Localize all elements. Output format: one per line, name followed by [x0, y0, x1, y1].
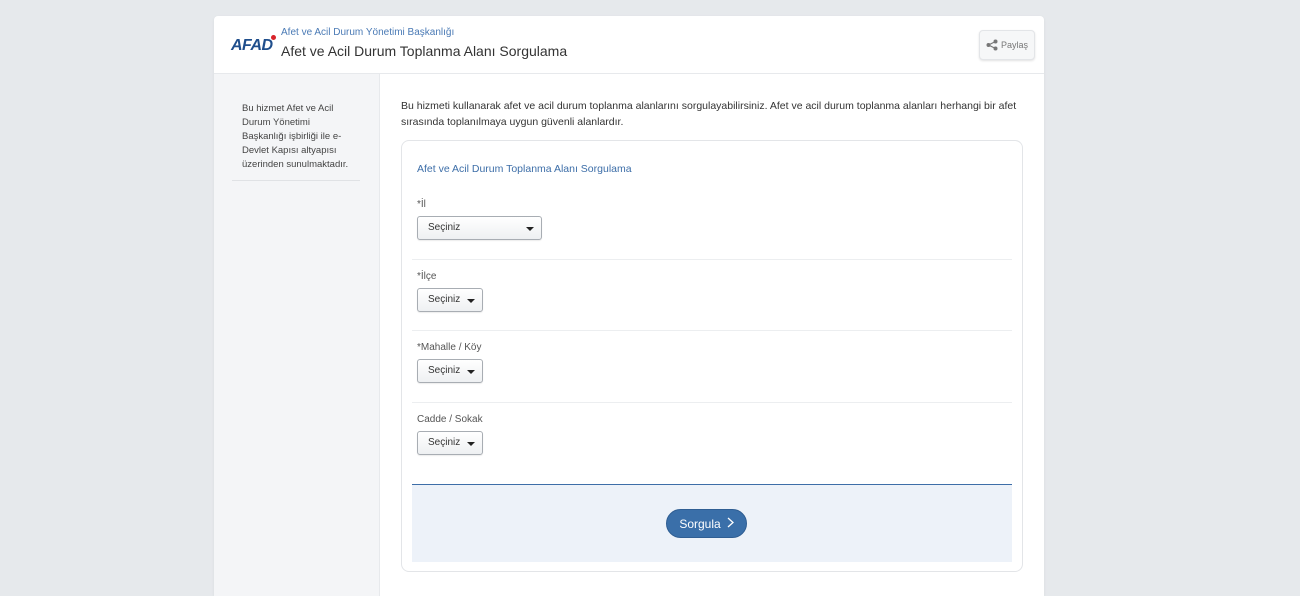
select-mahalle-value: Seçiniz [428, 365, 461, 376]
select-ilce[interactable]: Seçiniz [417, 288, 483, 312]
share-icon [986, 39, 998, 51]
field-label-ilce: *İlçe [417, 271, 437, 282]
field-il: *İl Seçiniz [417, 199, 542, 240]
afad-logo[interactable]: AFAD [231, 37, 273, 55]
field-label-il: *İl [417, 199, 426, 210]
agency-name[interactable]: Afet ve Acil Durum Yönetimi Başkanlığı [281, 27, 454, 38]
caret-down-icon [467, 370, 475, 374]
header: AFAD Afet ve Acil Durum Yönetimi Başkanl… [214, 16, 1044, 74]
field-mahalle: *Mahalle / Köy Seçiniz [417, 342, 483, 383]
field-cadde: Cadde / Sokak Seçiniz [417, 414, 483, 455]
page-title: Afet ve Acil Durum Toplanma Alanı Sorgul… [281, 43, 568, 59]
sidebar-info: Bu hizmet Afet ve Acil Durum Yönetimi Ba… [242, 103, 349, 170]
chevron-right-icon [727, 517, 734, 531]
submit-label: Sorgula [679, 516, 721, 531]
form-title: Afet ve Acil Durum Toplanma Alanı Sorgul… [417, 163, 632, 175]
field-label-cadde: Cadde / Sokak [417, 414, 483, 425]
page-container: AFAD Afet ve Acil Durum Yönetimi Başkanl… [214, 16, 1044, 596]
field-divider [412, 330, 1012, 331]
share-button[interactable]: Paylaş [979, 30, 1035, 60]
sidebar: Bu hizmet Afet ve Acil Durum Yönetimi Ba… [214, 74, 380, 596]
field-divider [412, 259, 1012, 260]
caret-down-icon [467, 442, 475, 446]
select-il-value: Seçiniz [428, 222, 461, 233]
caret-down-icon [467, 299, 475, 303]
caret-down-icon [526, 227, 534, 231]
submit-area: Sorgula [412, 484, 1012, 562]
field-label-mahalle: *Mahalle / Köy [417, 342, 482, 353]
intro-text: Bu hizmeti kullanarak afet ve acil durum… [401, 100, 1017, 128]
select-cadde[interactable]: Seçiniz [417, 431, 483, 455]
query-form: Afet ve Acil Durum Toplanma Alanı Sorgul… [401, 140, 1023, 572]
select-il[interactable]: Seçiniz [417, 216, 542, 240]
select-mahalle[interactable]: Seçiniz [417, 359, 483, 383]
select-ilce-value: Seçiniz [428, 294, 461, 305]
field-divider [412, 402, 1012, 403]
field-ilce: *İlçe Seçiniz [417, 271, 483, 312]
submit-button[interactable]: Sorgula [666, 509, 747, 538]
select-cadde-value: Seçiniz [428, 437, 461, 448]
logo-dot [271, 35, 276, 40]
sidebar-divider [232, 180, 360, 181]
share-label: Paylaş [1000, 40, 1028, 50]
